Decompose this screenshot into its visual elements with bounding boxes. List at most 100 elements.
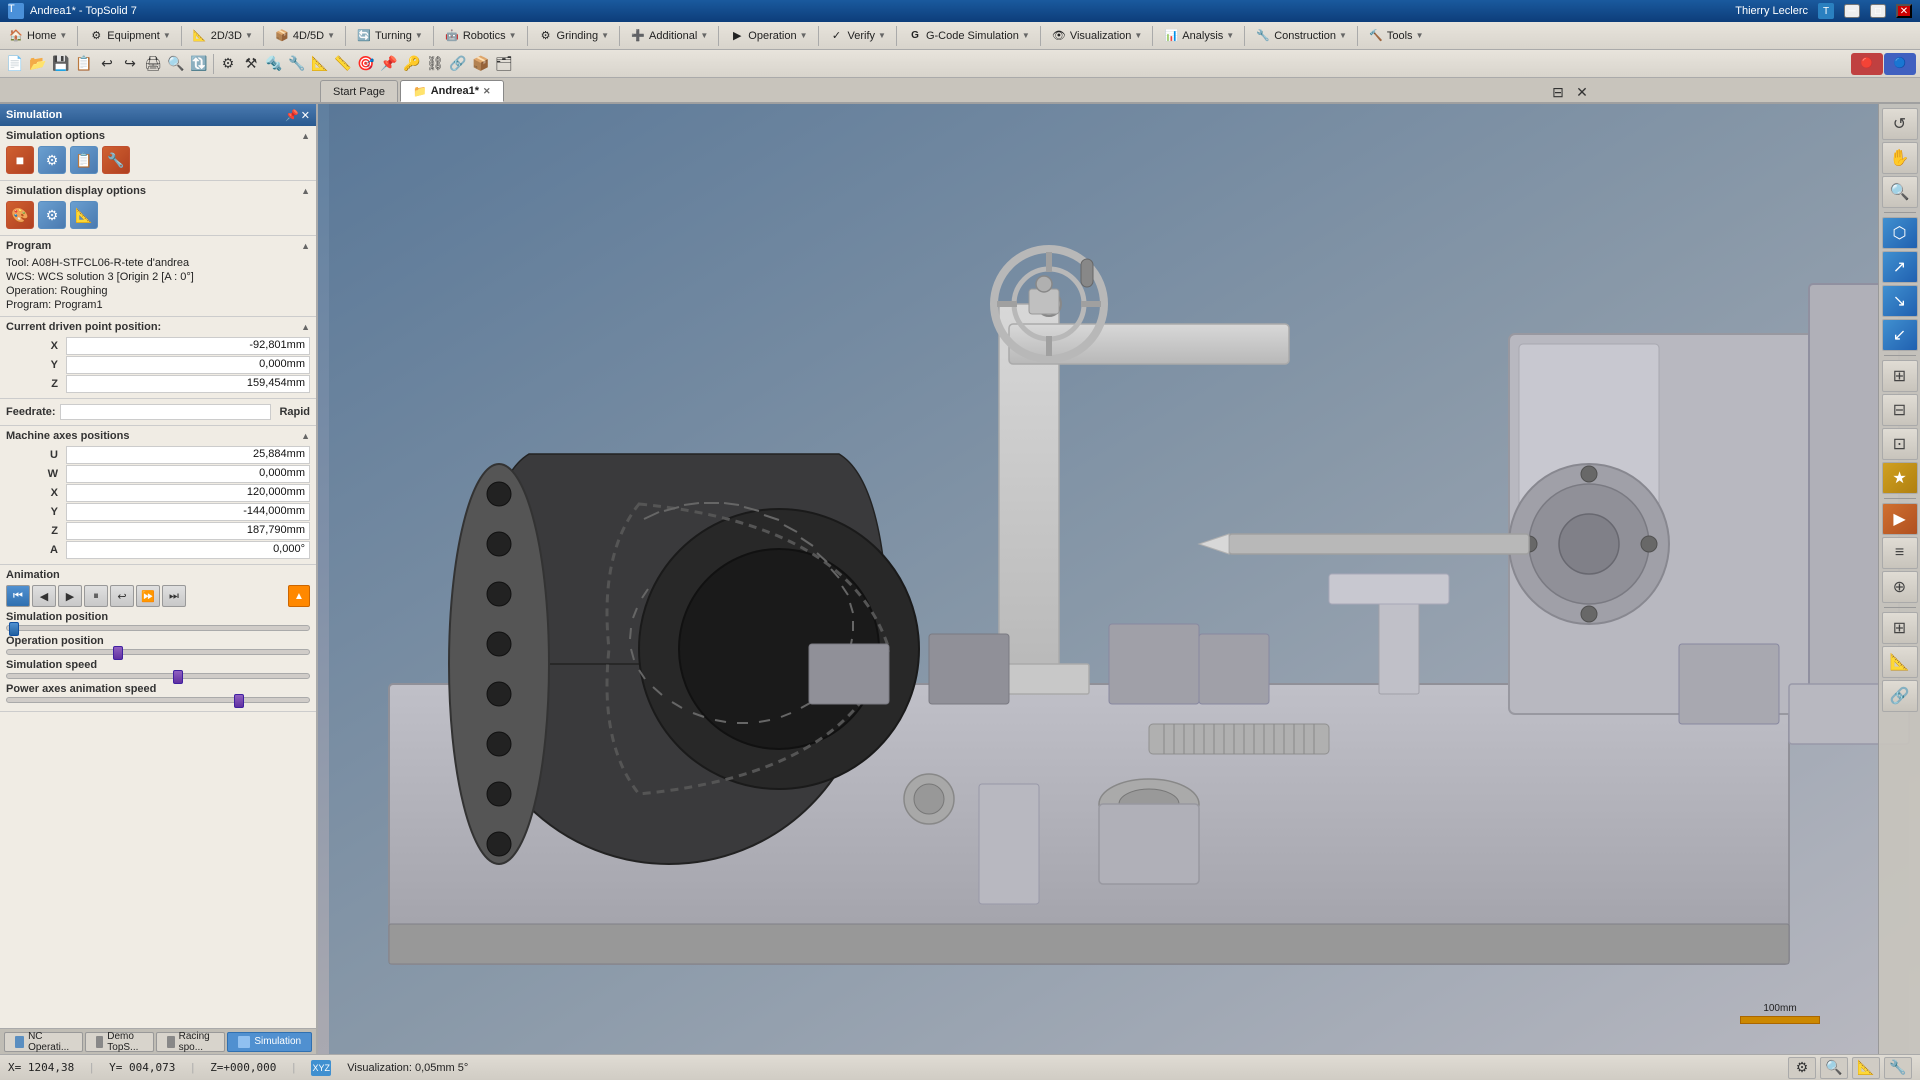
statusbar-btn-3[interactable]: 📐	[1852, 1057, 1880, 1079]
anim-rewind-button[interactable]: ⏮	[6, 585, 30, 607]
statusbar-btn-2[interactable]: 🔍	[1820, 1057, 1848, 1079]
vp-btn-3[interactable]: 🔍	[1882, 176, 1918, 208]
vp-btn-15[interactable]: ⊞	[1882, 612, 1918, 644]
open-button[interactable]: 📂	[27, 53, 49, 75]
menu-grinding[interactable]: ⚙ Grinding ▼	[532, 24, 616, 48]
new-button[interactable]: 📄	[4, 53, 26, 75]
simulation-position-thumb[interactable]	[9, 622, 19, 636]
statusbar-btn-1[interactable]: ⚙	[1788, 1057, 1816, 1079]
toolbar-btn-5[interactable]: 📐	[309, 53, 331, 75]
vp-btn-13[interactable]: ≡	[1882, 537, 1918, 569]
sim-icon-2[interactable]: 📋	[70, 146, 98, 174]
save-as-button[interactable]: 📋	[73, 53, 95, 75]
redo-button[interactable]: ↪	[119, 53, 141, 75]
panel-scroll-area[interactable]: Simulation options ▲ ■ ⚙ 📋 🔧 Simulation …	[0, 126, 316, 1054]
anim-pause-button[interactable]: ⏸	[84, 585, 108, 607]
toolbar-btn-2[interactable]: ⚒	[240, 53, 262, 75]
simulation-speed-thumb[interactable]	[173, 670, 183, 684]
undo-button[interactable]: ↩	[96, 53, 118, 75]
collapse-driven-button[interactable]: ▲	[301, 322, 310, 332]
toolbar-btn-7[interactable]: 🎯	[355, 53, 377, 75]
vp-btn-5[interactable]: ↗	[1882, 251, 1918, 283]
panel-close-btn[interactable]: ✕	[1572, 82, 1592, 102]
tab-start-page[interactable]: Start Page	[320, 80, 398, 102]
vp-btn-9[interactable]: ⊟	[1882, 394, 1918, 426]
menu-4d5d[interactable]: 📦 4D/5D ▼	[268, 24, 341, 48]
collapse-display-button[interactable]: ▲	[301, 186, 310, 196]
panel-pin-button[interactable]: 📌	[285, 109, 299, 122]
maximize-button[interactable]: □	[1870, 4, 1886, 18]
vp-btn-10[interactable]: ⊡	[1882, 428, 1918, 460]
panel-close-button[interactable]: ✕	[301, 109, 310, 122]
anim-flag-button[interactable]: ▲	[288, 585, 310, 607]
statusbar-btn-4[interactable]: 🔧	[1884, 1057, 1912, 1079]
operation-position-thumb[interactable]	[113, 646, 123, 660]
vp-btn-8[interactable]: ⊞	[1882, 360, 1918, 392]
display-icon-1[interactable]: 🎨	[6, 201, 34, 229]
vp-btn-2[interactable]: ✋	[1882, 142, 1918, 174]
menu-verify[interactable]: ✓ Verify ▼	[823, 24, 892, 48]
vp-btn-7[interactable]: ↙	[1882, 319, 1918, 351]
power-axes-speed-thumb[interactable]	[234, 694, 244, 708]
menu-operation[interactable]: ▶ Operation ▼	[723, 24, 813, 48]
menu-turning[interactable]: 🔄 Turning ▼	[350, 24, 429, 48]
tab-andrea1[interactable]: 📁 Andrea1* ✕	[400, 80, 504, 102]
toolbar-btn-8[interactable]: 📌	[378, 53, 400, 75]
tab-close-icon[interactable]: ✕	[483, 86, 491, 97]
toolbar-btn-13[interactable]: 🗂	[493, 53, 515, 75]
refresh-button[interactable]: 🔃	[188, 53, 210, 75]
menu-equipment[interactable]: ⚙ Equipment ▼	[82, 24, 177, 48]
minimize-button[interactable]: ─	[1844, 4, 1860, 18]
3d-viewport[interactable]: A08H-STFCL06-R-tete d'andrea Roughing 3:…	[318, 104, 1920, 1054]
anim-play-button[interactable]: ▶	[58, 585, 82, 607]
toolbar-btn-3[interactable]: 🔩	[263, 53, 285, 75]
vp-btn-6[interactable]: ↘	[1882, 285, 1918, 317]
collapse-axes-button[interactable]: ▲	[301, 431, 310, 441]
toolbar-btn-11[interactable]: 🔗	[447, 53, 469, 75]
properties-button[interactable]: 🔍	[165, 53, 187, 75]
vp-btn-11[interactable]: ★	[1882, 462, 1918, 494]
toolbar-btn-1[interactable]: ⚙	[217, 53, 239, 75]
simulation-speed-track[interactable]	[6, 673, 310, 679]
anim-fastforward-button[interactable]: ⏩	[136, 585, 160, 607]
anim-loop-button[interactable]: ↩	[110, 585, 134, 607]
menu-analysis[interactable]: 📊 Analysis ▼	[1157, 24, 1240, 48]
vp-btn-4[interactable]: ⬡	[1882, 217, 1918, 249]
close-button[interactable]: ✕	[1896, 4, 1912, 18]
vp-btn-1[interactable]: ↺	[1882, 108, 1918, 140]
print-button[interactable]: 🖨	[142, 53, 164, 75]
vp-btn-16[interactable]: 📐	[1882, 646, 1918, 678]
sim-icon-3[interactable]: 🔧	[102, 146, 130, 174]
toolbar-btn-6[interactable]: 📏	[332, 53, 354, 75]
menu-gcode[interactable]: G G-Code Simulation ▼	[901, 24, 1036, 48]
special-btn-2[interactable]: 🔵	[1884, 53, 1916, 75]
anim-stepback-button[interactable]: ◀	[32, 585, 56, 607]
tab-nc-operations[interactable]: NC Operati...	[4, 1032, 83, 1052]
tab-racing-spo[interactable]: Racing spo...	[156, 1032, 225, 1052]
toolbar-btn-10[interactable]: ⛓	[424, 53, 446, 75]
vp-btn-17[interactable]: 🔗	[1882, 680, 1918, 712]
collapse-program-button[interactable]: ▲	[301, 241, 310, 251]
vp-btn-14[interactable]: ⊕	[1882, 571, 1918, 603]
collapse-options-button[interactable]: ▲	[301, 131, 310, 141]
operation-position-track[interactable]	[6, 649, 310, 655]
anim-end-button[interactable]: ⏭	[162, 585, 186, 607]
tab-demo-tops[interactable]: Demo TopS...	[85, 1032, 154, 1052]
menu-construction[interactable]: 🔧 Construction ▼	[1249, 24, 1353, 48]
save-button[interactable]: 💾	[50, 53, 72, 75]
toolbar-btn-12[interactable]: 📦	[470, 53, 492, 75]
display-icon-2[interactable]: ⚙	[38, 201, 66, 229]
tab-simulation[interactable]: Simulation	[227, 1032, 312, 1052]
menu-visualization[interactable]: 👁 Visualization ▼	[1045, 24, 1148, 48]
special-btn-1[interactable]: 🔴	[1851, 53, 1883, 75]
power-axes-speed-track[interactable]	[6, 697, 310, 703]
menu-additional[interactable]: ➕ Additional ▼	[624, 24, 714, 48]
menu-home[interactable]: 🏠 Home ▼	[2, 24, 73, 48]
display-icon-3[interactable]: 📐	[70, 201, 98, 229]
sim-icon-1[interactable]: ⚙	[38, 146, 66, 174]
toolbar-btn-9[interactable]: 🔑	[401, 53, 423, 75]
sim-icon-stop[interactable]: ■	[6, 146, 34, 174]
menu-robotics[interactable]: 🤖 Robotics ▼	[438, 24, 523, 48]
menu-2d3d[interactable]: 📐 2D/3D ▼	[186, 24, 259, 48]
simulation-position-track[interactable]	[6, 625, 310, 631]
